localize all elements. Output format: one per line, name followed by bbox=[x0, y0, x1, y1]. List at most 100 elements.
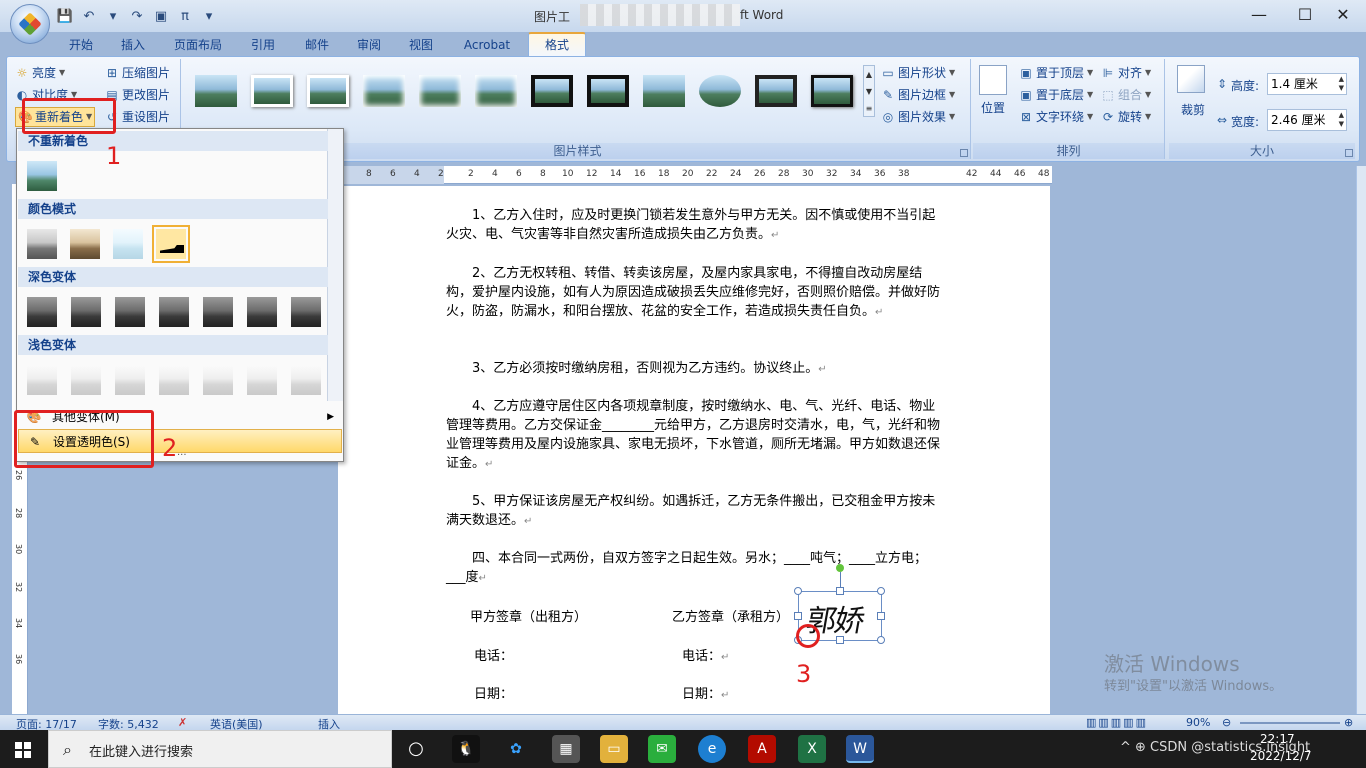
zoom-out-icon[interactable]: ⊖ bbox=[1222, 716, 1231, 729]
swatch-black-white[interactable] bbox=[152, 225, 190, 263]
swatch-sepia[interactable] bbox=[70, 229, 100, 259]
width-spinner-icon[interactable]: ▲ ▼ bbox=[1339, 111, 1344, 129]
tab-acrobat[interactable]: Acrobat bbox=[454, 34, 520, 56]
crop-button[interactable]: 裁剪 bbox=[1181, 101, 1205, 118]
picture-border-button[interactable]: ✎ 图片边框 ▼ bbox=[881, 85, 955, 105]
tab-references[interactable]: 引用 bbox=[240, 34, 286, 56]
swatch-light-variant[interactable] bbox=[27, 365, 57, 395]
picture-style-thumb[interactable] bbox=[699, 75, 741, 107]
gallery-scroll[interactable]: ▲ ▼ ≡ bbox=[863, 65, 875, 117]
tab-mailings[interactable]: 邮件 bbox=[294, 34, 340, 56]
height-input[interactable]: 1.4 厘米 ▲ ▼ bbox=[1267, 73, 1347, 95]
task-view-icon[interactable]: ○ bbox=[402, 735, 430, 763]
align-button[interactable]: ⊫ 对齐 ▼ bbox=[1101, 63, 1151, 83]
menu-scrollbar[interactable] bbox=[327, 129, 343, 401]
swatch-dark-variant[interactable] bbox=[159, 297, 189, 327]
clock-time[interactable]: 22:17 bbox=[1260, 732, 1295, 746]
taskbar-search-box[interactable]: ⌕ 在此键入进行搜索 bbox=[48, 730, 392, 768]
picture-style-thumb[interactable] bbox=[643, 75, 685, 107]
picture-style-thumb[interactable] bbox=[419, 75, 461, 107]
rotate-button[interactable]: ⟳ 旋转 ▼ bbox=[1101, 107, 1151, 127]
close-button[interactable]: ✕ bbox=[1320, 0, 1366, 30]
swatch-light-variant[interactable] bbox=[291, 365, 321, 395]
tab-page-layout[interactable]: 页面布局 bbox=[164, 34, 232, 56]
text-wrap-button[interactable]: ⊠ 文字环绕 ▼ bbox=[1019, 107, 1093, 127]
tab-view[interactable]: 视图 bbox=[398, 34, 444, 56]
swatch-light-variant[interactable] bbox=[115, 365, 145, 395]
swatch-no-recolor[interactable] bbox=[27, 161, 57, 191]
resize-handle[interactable] bbox=[794, 587, 802, 595]
swatch-light-variant[interactable] bbox=[247, 365, 277, 395]
equation-icon[interactable]: π bbox=[176, 8, 194, 26]
swatch-dark-variant[interactable] bbox=[115, 297, 145, 327]
rotate-handle[interactable] bbox=[836, 564, 844, 572]
swatch-washout[interactable] bbox=[113, 229, 143, 259]
brightness-button[interactable]: ☼ 亮度 ▼ bbox=[15, 63, 66, 83]
start-button[interactable] bbox=[0, 730, 46, 768]
dialog-launcher-icon[interactable] bbox=[1345, 149, 1353, 157]
resize-handle[interactable] bbox=[836, 587, 844, 595]
paragraph-4[interactable]: 4、乙方应遵守居住区内各项规章制度，按时缴纳水、电、气、光纤、电话、物业管理等费… bbox=[446, 397, 946, 474]
swatch-light-variant[interactable] bbox=[71, 365, 101, 395]
paragraph-6[interactable]: 四、本合同一式两份，自双方签字之日起生效。另水；____吨气；____立方电；_… bbox=[446, 549, 946, 588]
view-buttons-icon[interactable]: ▥▥▥▥▥ bbox=[1086, 716, 1148, 729]
resize-handle[interactable] bbox=[836, 636, 844, 644]
paragraph-3[interactable]: 3、乙方必须按时缴纳房租，否则视为乙方违约。协议终止。↵ bbox=[446, 359, 946, 379]
acrobat-icon[interactable]: A bbox=[748, 735, 776, 763]
paragraph-5[interactable]: 5、甲方保证该房屋无产权纠纷。如遇拆迁，乙方无条件搬出，已交租金甲方按未满天数退… bbox=[446, 492, 946, 531]
picture-shape-button[interactable]: ▭ 图片形状 ▼ bbox=[881, 63, 955, 83]
tab-insert[interactable]: 插入 bbox=[110, 34, 156, 56]
horizontal-ruler[interactable]: 8 6 4 2 2 4 6 8 10 12 14 16 18 20 22 24 … bbox=[340, 166, 1052, 184]
wechat-icon[interactable]: ✉ bbox=[648, 735, 676, 763]
office-button[interactable] bbox=[10, 4, 50, 44]
picture-style-thumb[interactable] bbox=[531, 75, 573, 107]
clock-date[interactable]: 2022/12/7 bbox=[1250, 749, 1312, 763]
excel-icon[interactable]: X bbox=[798, 735, 826, 763]
tab-review[interactable]: 审阅 bbox=[346, 34, 392, 56]
zoom-in-icon[interactable]: ⊕ bbox=[1344, 716, 1353, 729]
minimize-button[interactable]: — bbox=[1236, 0, 1282, 30]
vertical-scrollbar[interactable] bbox=[1356, 166, 1366, 714]
swatch-light-variant[interactable] bbox=[203, 365, 233, 395]
picture-style-thumb[interactable] bbox=[755, 75, 797, 107]
customize-qat-icon[interactable]: ▾ bbox=[200, 8, 218, 26]
swatch-dark-variant[interactable] bbox=[291, 297, 321, 327]
zoom-level[interactable]: 90% bbox=[1186, 716, 1210, 729]
send-to-back-button[interactable]: ▣ 置于底层 ▼ bbox=[1019, 85, 1093, 105]
save-icon[interactable]: 💾 bbox=[56, 8, 74, 26]
app-flower-icon[interactable]: ✿ bbox=[502, 735, 530, 763]
undo-icon[interactable]: ↶ bbox=[80, 8, 98, 26]
tab-format[interactable]: 格式 bbox=[528, 32, 586, 56]
resize-handle[interactable] bbox=[877, 587, 885, 595]
document-page[interactable]: 1、乙方入住时，应及时更换门锁若发生意外与甲方无关。因不慎或使用不当引起火灾、电… bbox=[338, 186, 1050, 716]
swatch-dark-variant[interactable] bbox=[27, 297, 57, 327]
picture-style-thumb[interactable] bbox=[363, 75, 405, 107]
compress-pictures-button[interactable]: ⊞ 压缩图片 bbox=[105, 63, 170, 83]
swatch-dark-variant[interactable] bbox=[71, 297, 101, 327]
undo-dropdown-icon[interactable]: ▾ bbox=[104, 8, 122, 26]
paragraph-1[interactable]: 1、乙方入住时，应及时更换门锁若发生意外与甲方无关。因不慎或使用不当引起火灾、电… bbox=[446, 206, 946, 245]
picture-effects-button[interactable]: ◎ 图片效果 ▼ bbox=[881, 107, 955, 127]
resize-handle[interactable] bbox=[877, 612, 885, 620]
redo-icon[interactable]: ↷ bbox=[128, 8, 146, 26]
swatch-dark-variant[interactable] bbox=[247, 297, 277, 327]
picture-style-thumb[interactable] bbox=[251, 75, 293, 107]
qq-icon[interactable]: 🐧 bbox=[452, 735, 480, 763]
calculator-icon[interactable]: ▦ bbox=[552, 735, 580, 763]
picture-style-thumb[interactable] bbox=[811, 75, 853, 107]
picture-style-thumb[interactable] bbox=[587, 75, 629, 107]
tab-home[interactable]: 开始 bbox=[58, 34, 104, 56]
position-button[interactable]: 位置 bbox=[981, 99, 1005, 116]
picture-style-thumb[interactable] bbox=[195, 75, 237, 107]
zoom-slider[interactable] bbox=[1240, 722, 1340, 724]
paragraph-2[interactable]: 2、乙方无权转租、转借、转卖该房屋，及屋内家具家电，不得擅自改动房屋结构，爱护屋… bbox=[446, 264, 946, 322]
width-input[interactable]: 2.46 厘米 ▲ ▼ bbox=[1267, 109, 1347, 131]
group-objects-button[interactable]: ⬚ 组合 ▼ bbox=[1101, 85, 1151, 105]
swatch-grayscale[interactable] bbox=[27, 229, 57, 259]
swatch-light-variant[interactable] bbox=[159, 365, 189, 395]
file-explorer-icon[interactable]: ▭ bbox=[600, 735, 628, 763]
resize-handle[interactable] bbox=[877, 636, 885, 644]
bring-to-front-button[interactable]: ▣ 置于顶层 ▼ bbox=[1019, 63, 1093, 83]
frame-icon[interactable]: ▣ bbox=[152, 8, 170, 26]
picture-style-thumb[interactable] bbox=[475, 75, 517, 107]
